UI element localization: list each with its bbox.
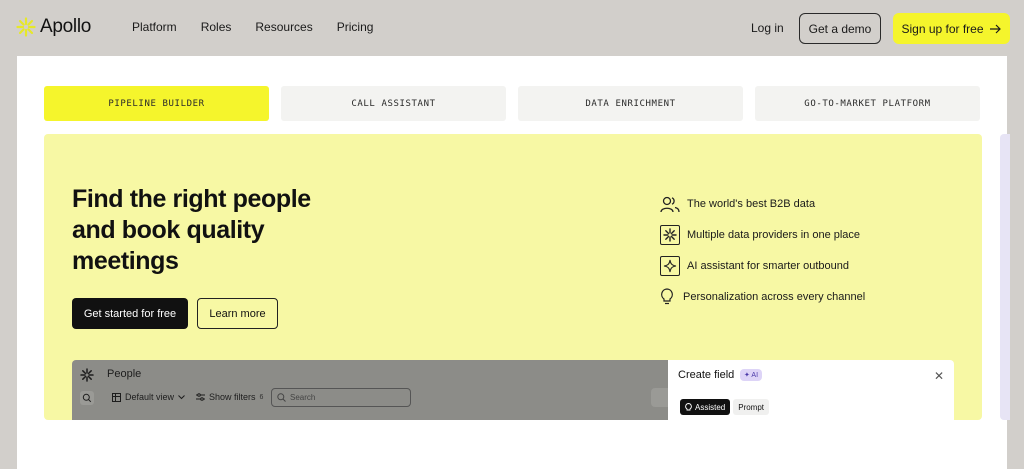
get-demo-label: Get a demo [808,21,872,36]
table-icon [112,392,121,402]
people-table-preview: People Default view Show filters 6 Searc… [72,360,668,420]
arrow-right-icon [989,24,1001,33]
top-nav: Apollo Platform Roles Resources Pricing … [0,0,1024,56]
mode-toggle: Assisted Prompt [680,399,770,415]
view-selector[interactable]: Default view [112,392,185,402]
close-icon[interactable]: ✕ [934,369,944,383]
asterisk-icon [660,225,680,245]
logo[interactable]: Apollo [16,16,91,38]
search-icon [277,393,286,402]
show-filters-button[interactable]: Show filters 6 [196,392,263,402]
nav-link-platform[interactable]: Platform [132,20,177,34]
panel-title: Create field [678,369,735,381]
feature-item: Multiple data providers in one place [660,225,865,245]
feature-item: The world's best B2B data [660,194,865,214]
nav-links: Platform Roles Resources Pricing [132,20,397,34]
get-started-button[interactable]: Get started for free [72,298,188,329]
main-content: PIPELINE BUILDER CALL ASSISTANT DATA ENR… [17,56,1010,469]
tab-go-to-market-platform[interactable]: GO-TO-MARKET PLATFORM [755,86,980,121]
nav-link-roles[interactable]: Roles [201,20,232,34]
signup-label: Sign up for free [901,21,984,36]
hero-panel: Find the right people and book quality m… [44,134,982,420]
next-slide-peek[interactable] [1000,134,1010,420]
search-placeholder: Search [290,393,316,402]
filters-label: Show filters [209,392,256,402]
tab-data-enrichment[interactable]: DATA ENRICHMENT [518,86,743,121]
chevron-down-icon [178,394,185,399]
assisted-label: Assisted [695,402,726,412]
search-icon[interactable] [80,391,94,405]
filter-icon [196,393,205,401]
ai-badge: ✦ AI [740,369,763,381]
signup-button[interactable]: Sign up for free [893,13,1010,44]
brand-name: Apollo [40,16,92,37]
feature-list: The world's best B2B data Multiple data … [660,194,865,318]
feature-item: Personalization across every channel [660,287,865,307]
toolbar-button-partial[interactable] [651,388,668,407]
bulb-icon [685,402,692,410]
login-link[interactable]: Log in [751,21,784,35]
tab-pipeline-builder[interactable]: PIPELINE BUILDER [44,86,269,121]
people-title: People [107,368,142,380]
search-input[interactable]: Search [271,388,411,407]
feature-text: Personalization across every channel [683,291,866,303]
get-demo-button[interactable]: Get a demo [799,13,881,44]
asterisk-icon [80,368,94,382]
view-label: Default view [125,392,175,402]
assisted-option[interactable]: Assisted [680,399,731,415]
product-tabs: PIPELINE BUILDER CALL ASSISTANT DATA ENR… [44,86,980,121]
tab-call-assistant[interactable]: CALL ASSISTANT [281,86,506,121]
feature-text: The world's best B2B data [687,198,816,210]
people-icon [660,194,680,214]
feature-item: AI assistant for smarter outbound [660,256,865,276]
create-field-panel: Create field ✦ AI ✕ Assisted Prompt [668,360,954,420]
sparkle-icon [660,256,680,276]
lightbulb-icon [660,287,674,307]
filters-count: 6 [259,393,264,401]
feature-text: Multiple data providers in one place [687,229,861,241]
feature-text: AI assistant for smarter outbound [687,260,850,272]
learn-more-button[interactable]: Learn more [197,298,278,329]
nav-link-resources[interactable]: Resources [255,20,312,34]
nav-link-pricing[interactable]: Pricing [337,20,374,34]
prompt-option[interactable]: Prompt [733,399,770,415]
apollo-logo-icon [16,17,36,37]
hero-headline: Find the right people and book quality m… [72,185,311,275]
app-preview: People Default view Show filters 6 Searc… [72,360,954,420]
